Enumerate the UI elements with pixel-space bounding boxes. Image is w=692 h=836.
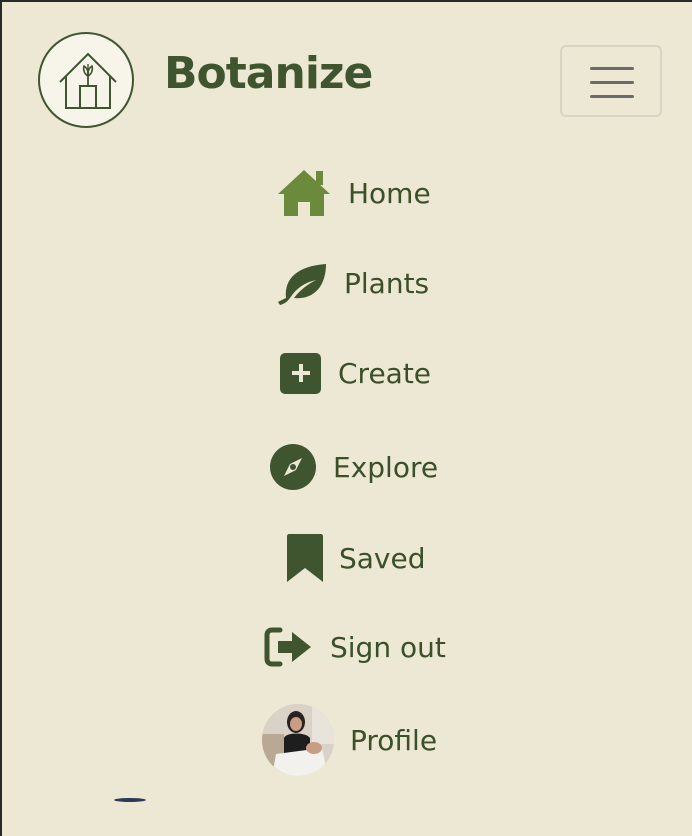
hamburger-line: [590, 81, 634, 84]
nav-label: Profile: [350, 723, 438, 757]
nav-item-plants[interactable]: Plants: [276, 260, 429, 306]
sign-out-icon: [264, 626, 314, 668]
hamburger-line: [590, 67, 634, 70]
header: Botanize: [2, 2, 692, 152]
nav-item-sign-out[interactable]: Sign out: [264, 626, 446, 668]
nav-item-create[interactable]: Create: [280, 352, 431, 394]
nav-label: Sign out: [330, 630, 446, 664]
partial-element: [114, 798, 146, 802]
nav-label: Saved: [339, 541, 426, 575]
nav-label: Plants: [344, 266, 430, 300]
menu-toggle-button[interactable]: [560, 45, 662, 117]
nav-item-saved[interactable]: Saved: [287, 534, 426, 582]
nav-item-home[interactable]: Home: [276, 168, 431, 218]
brand-name[interactable]: Botanize: [164, 48, 373, 99]
home-icon: [276, 168, 332, 218]
nav-item-explore[interactable]: Explore: [269, 443, 438, 491]
nav-label: Create: [338, 356, 432, 390]
compass-icon: [269, 443, 317, 491]
leaf-icon: [276, 260, 328, 306]
avatar: [262, 704, 334, 776]
nav-label: Explore: [333, 450, 439, 484]
hamburger-line: [590, 95, 634, 98]
house-plant-logo-icon: [59, 52, 117, 109]
logo[interactable]: [38, 32, 134, 128]
nav-item-profile[interactable]: Profile: [262, 704, 437, 776]
bookmark-icon: [287, 534, 323, 582]
plus-square-icon: [280, 352, 322, 394]
nav-label: Home: [348, 176, 431, 210]
